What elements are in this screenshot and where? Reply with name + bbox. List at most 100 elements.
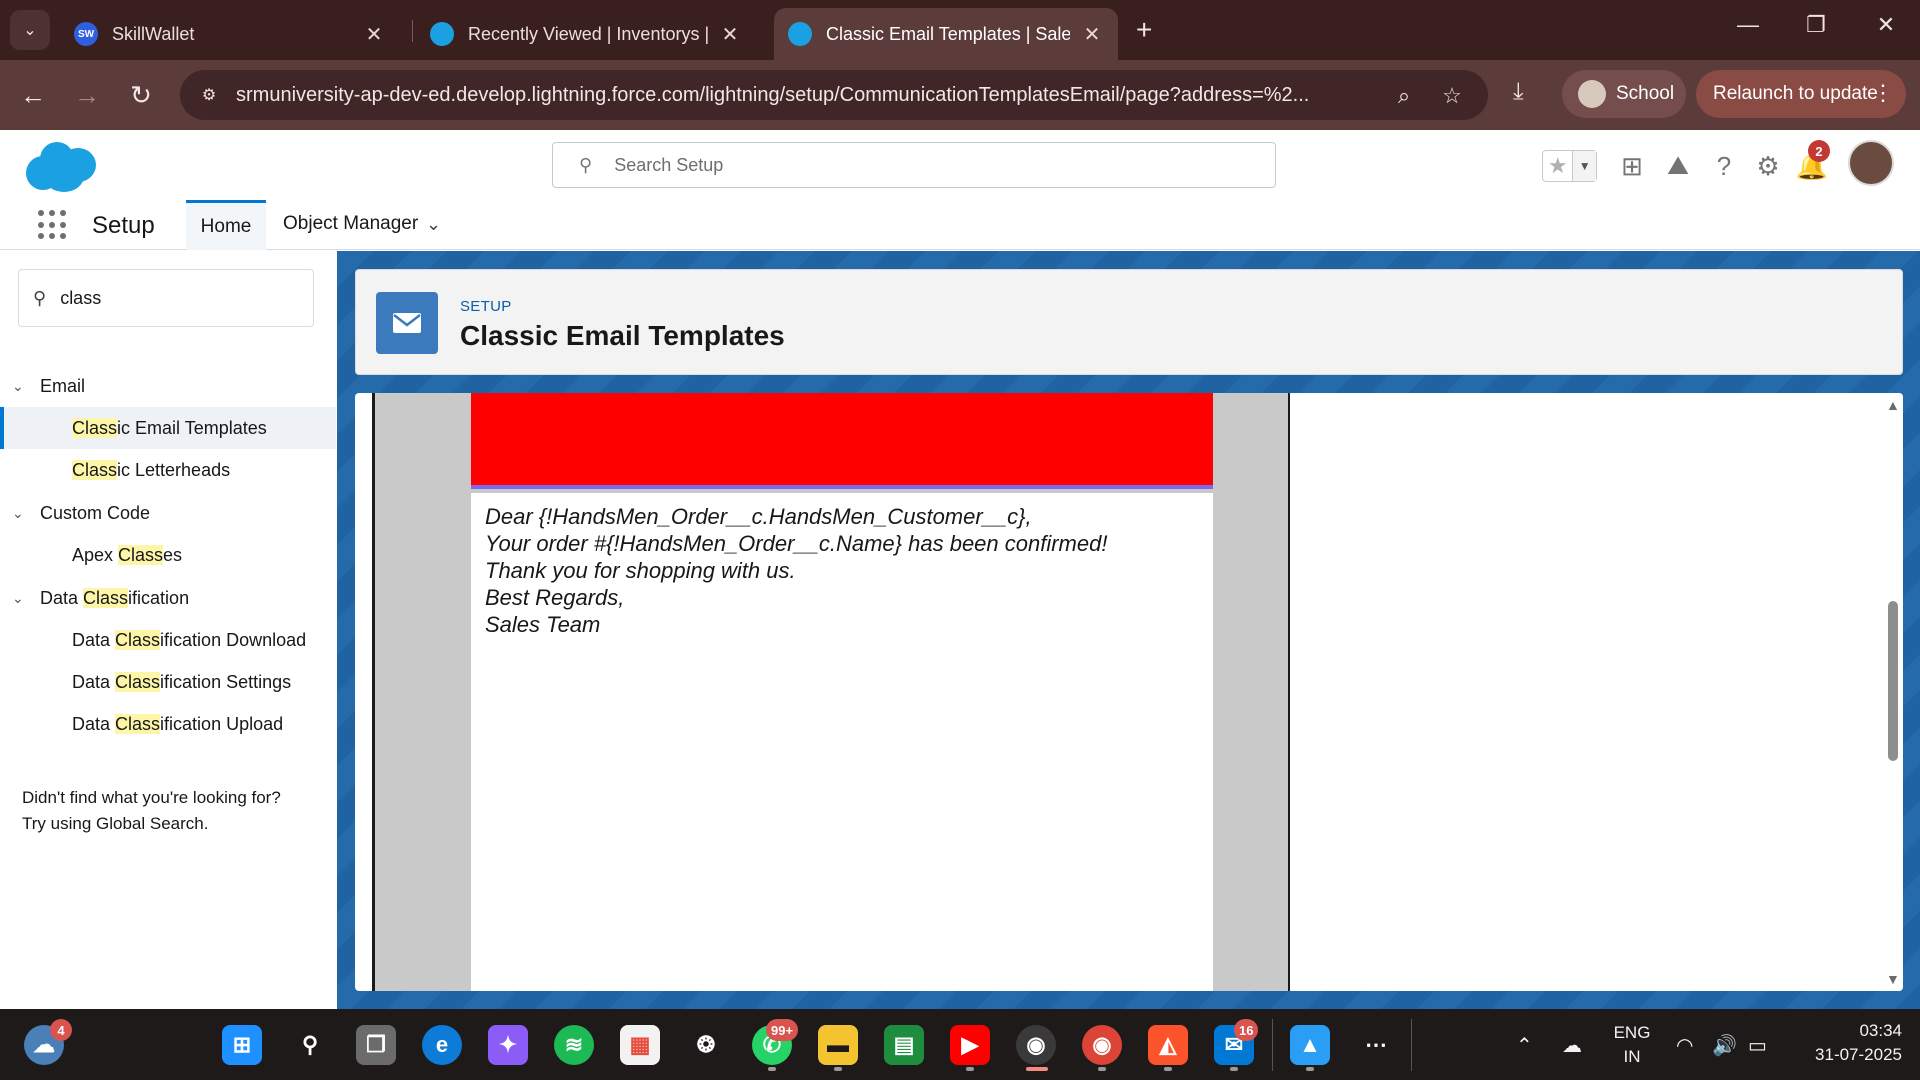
file-explorer-icon[interactable]: ▬ (818, 1025, 858, 1065)
search-setup-input[interactable]: ⚲ Search Setup (552, 142, 1276, 188)
favorites-button[interactable]: ★ ▼ (1542, 150, 1597, 182)
scroll-down-arrow-icon[interactable]: ▼ (1886, 971, 1900, 987)
more-apps-icon[interactable]: ⋯ (1356, 1025, 1396, 1065)
profile-button[interactable]: School (1562, 70, 1686, 118)
global-actions-icon[interactable]: ⊞ (1616, 150, 1648, 182)
email-line: Sales Team (485, 612, 601, 637)
wifi-icon[interactable]: ◠ (1676, 1033, 1693, 1058)
chevron-down-icon[interactable]: ⌄ (12, 378, 28, 395)
task-view-icon[interactable]: ❐ (356, 1025, 396, 1065)
tree-item-classic-email-templates[interactable]: Classic Email Templates (0, 407, 336, 449)
new-tab-button[interactable]: + (1136, 14, 1152, 46)
tree-item-data-classification-upload[interactable]: Data Classification Upload (0, 703, 336, 745)
email-line: Dear {!HandsMen_Order__c.HandsMen_Custom… (485, 504, 1032, 529)
tab-object-manager[interactable]: Object Manager (283, 213, 418, 235)
setup-sidebar: ⚲ class ⌄ Email Classic Email Templates … (0, 251, 336, 1009)
brave-icon[interactable]: ◭ (1148, 1025, 1188, 1065)
battery-icon[interactable]: ▭ (1748, 1033, 1767, 1058)
close-tab-icon[interactable]: ✕ (718, 22, 742, 47)
bookmark-star-icon[interactable]: ☆ (1438, 82, 1466, 110)
quick-find-input[interactable]: ⚲ class (18, 269, 314, 327)
setup-navigation: Setup Home Object Manager ⌄ (0, 200, 1920, 250)
star-icon[interactable]: ★ (1543, 151, 1572, 181)
running-indicator (834, 1067, 842, 1071)
tab-classic-email-templates[interactable]: Classic Email Templates | Salesf ✕ (774, 8, 1118, 60)
onedrive-icon[interactable]: ☁ (1562, 1033, 1582, 1058)
help-icon[interactable]: ? (1708, 150, 1740, 182)
tree-item-data-classification-download[interactable]: Data Classification Download (0, 619, 336, 661)
address-bar[interactable]: ⚙ srmuniversity-ap-dev-ed.develop.lightn… (180, 70, 1488, 120)
taskbar-divider (1411, 1019, 1412, 1071)
chevron-down-icon[interactable]: ⌄ (12, 590, 28, 607)
close-window-icon[interactable]: ✕ (1866, 12, 1906, 38)
email-preview-frame: Dear {!HandsMen_Order__c.HandsMen_Custom… (372, 393, 1290, 991)
minimize-icon[interactable]: — (1728, 12, 1768, 38)
salesforce-favicon-icon (430, 22, 454, 46)
input-region[interactable]: IN (1608, 1047, 1656, 1067)
spotify-icon[interactable]: ≋ (554, 1025, 594, 1065)
google-classroom-icon[interactable]: ▤ (884, 1025, 924, 1065)
tree-section-email[interactable]: ⌄ Email (12, 371, 85, 401)
scroll-up-arrow-icon[interactable]: ▲ (1886, 397, 1900, 413)
running-indicator (1306, 1067, 1314, 1071)
close-tab-icon[interactable]: ✕ (1080, 22, 1104, 47)
chevron-down-icon[interactable]: ⌄ (426, 214, 441, 235)
back-button[interactable]: ← (16, 78, 50, 112)
user-avatar[interactable] (1848, 140, 1894, 186)
clock-date[interactable]: 31-07-2025 (1790, 1045, 1902, 1065)
microsoft-store-icon[interactable]: ▦ (620, 1025, 660, 1065)
app-launcher-icon[interactable] (38, 210, 68, 240)
salesforce-logo[interactable] (20, 138, 100, 194)
chevron-down-icon[interactable]: ⌄ (12, 505, 28, 522)
tree-item-classic-letterheads[interactable]: Classic Letterheads (0, 449, 336, 491)
email-icon (376, 292, 438, 354)
chevron-down-icon[interactable]: ▼ (1572, 151, 1596, 181)
tab-search-button[interactable]: ⌄ (10, 10, 50, 50)
weather-badge: 4 (50, 1019, 72, 1041)
url-text[interactable]: srmuniversity-ap-dev-ed.develop.lightnin… (236, 84, 1376, 107)
reload-button[interactable]: ↻ (124, 78, 158, 112)
edge-icon[interactable]: e (422, 1025, 462, 1065)
relaunch-button[interactable]: Relaunch to update ⋮ (1696, 70, 1906, 118)
youtube-icon[interactable]: ▶ (950, 1025, 990, 1065)
quick-find-help: Didn't find what you're looking for? Try… (22, 785, 322, 837)
search-icon[interactable]: ⚲ (290, 1025, 330, 1065)
volume-icon[interactable]: 🔊 (1712, 1033, 1737, 1058)
gear-icon[interactable]: ⚙ (1752, 150, 1784, 182)
browser-menu-icon[interactable]: ⋮ (1872, 80, 1894, 106)
zoom-icon[interactable]: ⌕ (1390, 82, 1418, 110)
scrollbar-thumb[interactable] (1888, 601, 1898, 761)
tab-title: Recently Viewed | Inventorys | S (468, 23, 708, 44)
chrome-profile-icon[interactable]: ◉ (1016, 1025, 1056, 1065)
input-language[interactable]: ENG (1608, 1023, 1656, 1043)
download-icon[interactable]: ⤓ (1513, 78, 1524, 106)
search-icon: ⚲ (33, 287, 47, 308)
tree-section-data-classification[interactable]: ⌄ Data Classification (12, 583, 189, 613)
chatgpt-icon[interactable]: ❂ (686, 1025, 726, 1065)
tree-item-data-classification-settings[interactable]: Data Classification Settings (0, 661, 336, 703)
email-line: Best Regards, (485, 585, 625, 610)
trailhead-icon[interactable]: ⛰ (1662, 150, 1694, 182)
tab-recently-viewed[interactable]: Recently Viewed | Inventorys | S ✕ (416, 8, 756, 60)
copilot-icon[interactable]: ✦ (488, 1025, 528, 1065)
clock-time[interactable]: 03:34 (1790, 1021, 1902, 1041)
windows-start-icon[interactable]: ⊞ (222, 1025, 262, 1065)
tree-section-label: Data Classification (40, 587, 190, 608)
salesforce-favicon-icon (788, 22, 812, 46)
restore-icon[interactable]: ❐ (1796, 12, 1836, 38)
forward-button[interactable]: → (70, 78, 104, 112)
tab-title: SkillWallet (112, 23, 195, 44)
chevron-up-icon[interactable]: ⌃ (1516, 1033, 1533, 1058)
site-info-icon[interactable]: ⚙ (196, 82, 222, 108)
tree-section-custom-code[interactable]: ⌄ Custom Code (12, 498, 150, 528)
running-indicator (966, 1067, 974, 1071)
tree-item-apex-classes[interactable]: Apex Classes (0, 534, 336, 576)
help-line-link[interactable]: Try using Global Search. (22, 811, 322, 837)
tab-home[interactable]: Home (186, 200, 266, 250)
chrome-icon[interactable]: ◉ (1082, 1025, 1122, 1065)
tab-skillwallet[interactable]: SW SkillWallet ✕ (60, 8, 400, 60)
photos-icon[interactable]: ▲ (1290, 1025, 1330, 1065)
tree-section-label: Email (40, 375, 86, 396)
quick-find-value[interactable]: class (60, 288, 101, 309)
close-tab-icon[interactable]: ✕ (362, 22, 386, 47)
